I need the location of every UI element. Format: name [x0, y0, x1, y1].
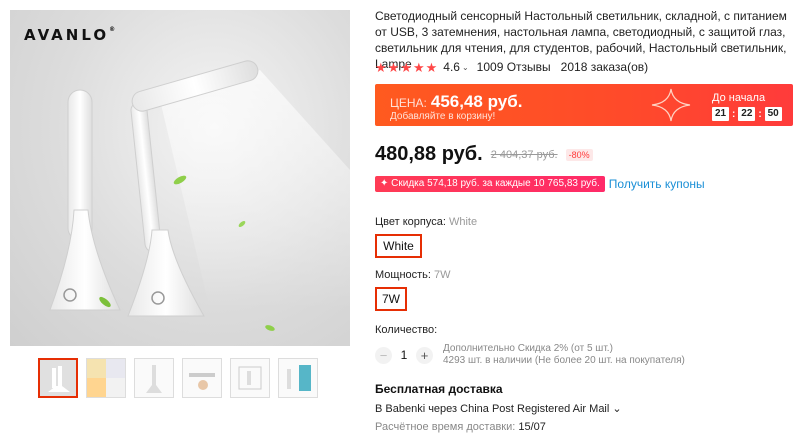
thumbnail-strip — [38, 358, 318, 400]
quantity-decrease-button[interactable]: − — [375, 346, 392, 364]
coupon-badge: ✦ Скидка 574,18 руб. за каждые 10 765,83… — [375, 176, 605, 192]
countdown-seconds: 50 — [764, 107, 782, 121]
thumbnail-2[interactable] — [86, 358, 126, 398]
shipping-destination-selector[interactable]: В Babenki через China Post Registered Ai… — [375, 402, 622, 415]
bulk-discount-text: Дополнительно Скидка 2% (от 5 шт.) — [443, 343, 613, 354]
power-option-7w[interactable]: 7W — [375, 287, 407, 311]
quantity-info: Дополнительно Скидка 2% (от 5 шт.) 4293 … — [443, 343, 685, 367]
star-icon: ★ — [400, 59, 412, 75]
delivery-estimate: Расчётное время доставки: 15/07 — [375, 421, 546, 433]
stock-text: 4293 шт. в наличии (Не более 20 шт. на п… — [443, 355, 685, 366]
promo-subtext: Добавляйте в корзину! — [390, 111, 496, 122]
quantity-value[interactable]: 1 — [392, 348, 416, 362]
promo-label: ЦЕНА: — [390, 96, 427, 110]
get-coupons-link[interactable]: Получить купоны — [609, 177, 705, 191]
thumbnail-4[interactable] — [182, 358, 222, 398]
reviews-link[interactable]: 1009 Отзывы — [477, 60, 551, 74]
thumbnail-5[interactable] — [230, 358, 270, 398]
color-option-white[interactable]: White — [375, 234, 422, 258]
rating-stars: ★ ★ ★ ★ ★ — [375, 61, 437, 74]
color-option-label: Цвет корпуса: White — [375, 216, 478, 228]
rating-value[interactable]: 4.6 — [443, 60, 460, 74]
rating-row: ★ ★ ★ ★ ★ 4.6 ⌄ 1009 Отзывы 2018 заказа(… — [375, 60, 648, 74]
main-product-image[interactable]: AVANLO® — [10, 10, 350, 346]
thumbnail-3[interactable] — [134, 358, 174, 398]
thumbnail-1[interactable] — [38, 358, 78, 398]
star-icon: ★ — [425, 59, 438, 75]
countdown-minutes: 22 — [738, 107, 756, 121]
chevron-down-icon[interactable]: ⌄ — [462, 63, 469, 72]
coupon-row: ✦ Скидка 574,18 руб. за каждые 10 765,83… — [375, 176, 705, 192]
sparkle-icon — [651, 88, 691, 122]
shipping-title: Бесплатная доставка — [375, 382, 503, 396]
countdown-hours: 21 — [712, 107, 729, 121]
promo-banner: ЦЕНА: 456,48 руб. Добавляйте в корзину! … — [375, 84, 793, 126]
quantity-stepper: − 1 + Дополнительно Скидка 2% (от 5 шт.)… — [375, 343, 685, 367]
countdown-separator: : — [758, 108, 762, 120]
power-option-label: Мощность: 7W — [375, 269, 451, 281]
star-icon: ★ — [387, 59, 400, 75]
quantity-increase-button[interactable]: + — [416, 346, 433, 364]
original-price: 2 404,37 руб. — [490, 148, 558, 161]
star-icon: ★ — [412, 59, 425, 75]
countdown-label: До начала — [712, 92, 766, 104]
price-row: 480,88 руб. 2 404,37 руб. -80% — [375, 143, 593, 166]
countdown-timer: 21 : 22 : 50 — [712, 107, 782, 121]
discount-badge: -80% — [565, 148, 593, 161]
orders-count: 2018 заказа(ов) — [560, 60, 649, 74]
current-price: 480,88 руб. — [375, 143, 483, 165]
star-icon: ★ — [375, 59, 387, 75]
lamp-illustration — [49, 60, 350, 331]
countdown-separator: : — [732, 108, 736, 120]
promo-price: 456,48 руб. — [430, 92, 523, 111]
thumbnail-6[interactable] — [278, 358, 318, 398]
quantity-label: Количество: — [375, 324, 438, 336]
